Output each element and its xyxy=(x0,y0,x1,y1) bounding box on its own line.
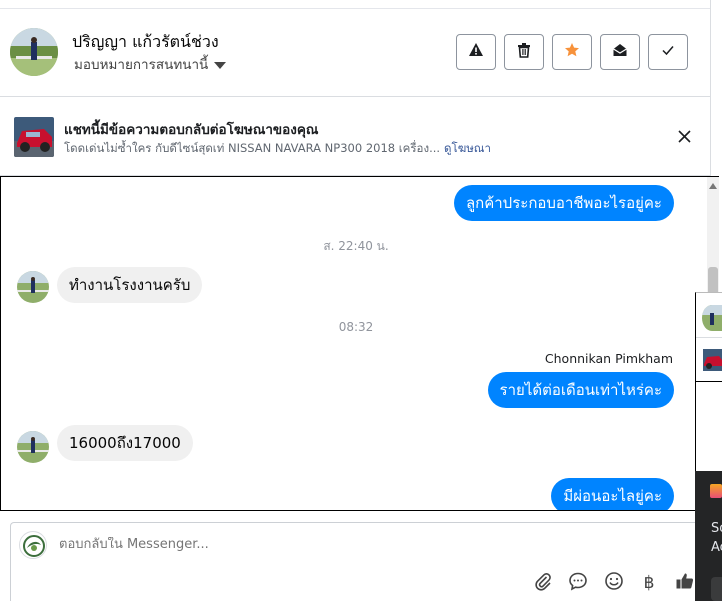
ad-description-text: โดดเด่นไม่ซ้ำใคร กับดีไซน์สุดเท่ NISSAN … xyxy=(64,141,441,155)
attach-button[interactable] xyxy=(531,571,555,595)
panel-edge xyxy=(710,0,711,176)
view-ad-link[interactable]: ดูโฆษณา xyxy=(444,141,491,155)
chevron-down-icon xyxy=(214,61,227,69)
outgoing-message: รายได้ต่อเดือนเท่าไหร่คะ xyxy=(487,372,674,408)
page-avatar xyxy=(19,531,47,559)
saved-replies-button[interactable] xyxy=(566,571,590,595)
contact-avatar-small xyxy=(17,271,49,303)
outgoing-message: ลูกค้าประกอบอาชีพอะไรอยู่คะ xyxy=(453,185,674,221)
envelope-open-icon xyxy=(612,42,628,62)
mark-unread-button[interactable] xyxy=(600,34,640,70)
star-icon xyxy=(564,42,580,62)
emoji-button[interactable] xyxy=(602,571,626,595)
close-icon xyxy=(677,128,691,147)
side-panel-avatar[interactable] xyxy=(702,305,722,331)
side-panel-box xyxy=(695,381,722,471)
thumbs-up-icon xyxy=(675,571,695,596)
scroll-up-arrow-icon[interactable] xyxy=(709,183,717,189)
like-button[interactable] xyxy=(673,571,697,595)
reply-input[interactable] xyxy=(59,537,459,552)
notification-line-2: Ac xyxy=(711,540,722,555)
ad-reply-banner: แชทนี้มีข้อความตอบกลับต่อโฆษณาของคุณ โดด… xyxy=(0,98,710,176)
side-panel-ad-thumbnail[interactable] xyxy=(703,349,722,371)
checkmark-icon xyxy=(660,42,676,62)
payment-button[interactable]: ฿ xyxy=(637,571,661,595)
paperclip-icon xyxy=(533,571,553,596)
reply-composer: ฿ xyxy=(10,522,700,601)
contact-name: ปริญญา แก้วรัตน์ช่วง xyxy=(72,32,219,51)
timestamp: ส. 22:40 น. xyxy=(323,239,389,253)
incoming-message: ทำงานโรงงานครับ xyxy=(57,267,203,303)
warning-icon xyxy=(468,42,484,62)
contact-avatar-small xyxy=(17,431,49,463)
notification-popup-fragment: So Ac xyxy=(695,471,722,601)
assign-label: มอบหมายการสนทนานี้ xyxy=(74,57,209,73)
delete-button[interactable] xyxy=(504,34,544,70)
chat-bubble-icon xyxy=(568,571,588,596)
incoming-message: 16000ถึง17000 xyxy=(57,425,193,461)
side-panel-divider xyxy=(696,337,722,338)
smiley-icon xyxy=(604,571,624,596)
mark-done-button[interactable] xyxy=(648,34,688,70)
trash-icon xyxy=(516,42,532,62)
baht-currency-icon: ฿ xyxy=(643,573,655,593)
star-button[interactable] xyxy=(552,34,592,70)
app-icon xyxy=(710,484,722,498)
close-banner-button[interactable] xyxy=(674,127,694,147)
notification-action-button[interactable] xyxy=(711,577,722,601)
assign-dropdown[interactable]: มอบหมายการสนทนานี้ xyxy=(74,53,227,75)
ad-thumbnail[interactable] xyxy=(14,117,54,157)
report-spam-button[interactable] xyxy=(456,34,496,70)
message-thread[interactable]: ลูกค้าประกอบอาชีพอะไรอยู่คะ ส. 22:40 น. … xyxy=(0,176,719,511)
contact-avatar[interactable] xyxy=(10,28,58,76)
timestamp: 08:32 xyxy=(338,320,374,334)
notification-line-1: So xyxy=(711,521,722,536)
sender-name: Chonnikan Pimkham xyxy=(544,351,673,366)
ad-title: แชทนี้มีข้อความตอบกลับต่อโฆษณาของคุณ xyxy=(64,122,319,138)
top-divider xyxy=(0,0,710,9)
outgoing-message: มีผ่อนอะไลยู่คะ xyxy=(551,478,674,510)
conversation-header: ปริญญา แก้วรัตน์ช่วง มอบหมายการสนทนานี้ xyxy=(0,10,710,97)
ad-description: โดดเด่นไม่ซ้ำใคร กับดีไซน์สุดเท่ NISSAN … xyxy=(64,140,491,158)
